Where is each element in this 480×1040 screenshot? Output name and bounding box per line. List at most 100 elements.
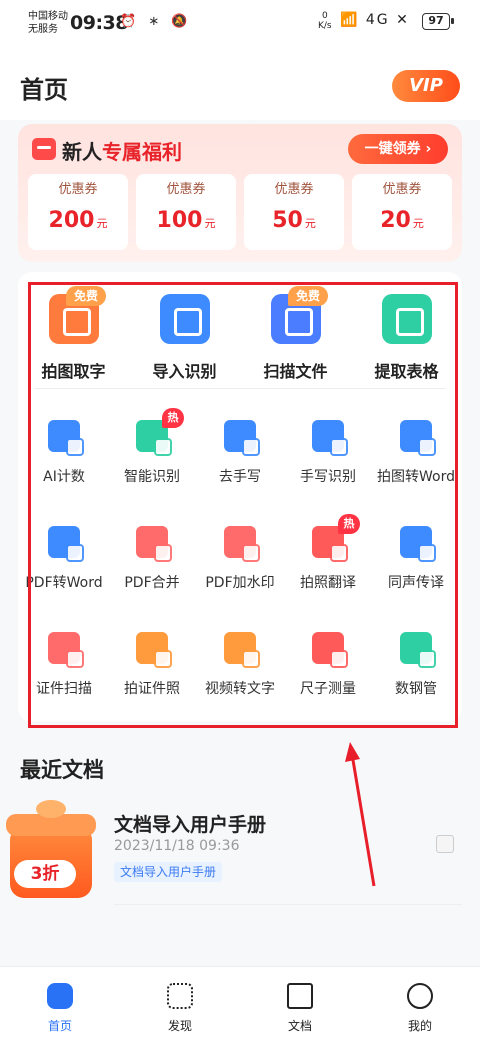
coupon-amount: 100 元 [136, 208, 236, 233]
coupon-label: 优惠券 [274, 182, 314, 197]
tool-item[interactable]: 证件扫描 [20, 632, 108, 698]
tool-item[interactable]: 视频转文字 [196, 632, 284, 698]
tool-item[interactable]: PDF转Word [20, 526, 108, 592]
tool-label: 智能识别 [124, 469, 180, 485]
tool-item[interactable]: 去手写 [196, 420, 284, 486]
tool-label: 扫描文件 [263, 362, 328, 381]
tab-profile[interactable]: 我的 [360, 967, 480, 1040]
arrow-head [345, 742, 360, 762]
status-bar: 中国移动 无服务 09:38 ⏰ ∗ 🔕 0 K/s 📶 4G ✕ 97 [0, 0, 480, 46]
tool-label: 导入识别 [152, 362, 217, 381]
promo-title-a: 新人 [62, 140, 102, 164]
carrier-service: 无服务 [28, 24, 58, 35]
tool-item[interactable]: PDF加水印 [196, 526, 284, 592]
video-text-icon [224, 632, 260, 668]
eraser-icon [224, 420, 260, 456]
doc-date: 2023/11/18 09:36 [114, 838, 240, 854]
doc-tag: 文档导入用户手册 [114, 862, 223, 882]
pipe-count-icon [400, 632, 436, 668]
tool-import-ocr[interactable]: 导入识别 [129, 286, 240, 382]
signal-icons: 📶 4G ✕ [340, 12, 410, 28]
page-header: 首页 VIP [0, 46, 480, 120]
photo-word-icon [400, 420, 436, 456]
gift-thumbnail[interactable]: 3折 [6, 800, 96, 908]
coupon-unit: 元 [96, 217, 108, 230]
tool-label: 提取表格 [374, 362, 439, 381]
free-badge: 免费 [66, 286, 107, 306]
vip-button[interactable]: VIP [392, 70, 460, 102]
table-icon [381, 294, 432, 344]
doc-divider [114, 904, 462, 905]
tab-docs[interactable]: 文档 [240, 967, 360, 1040]
coupon-label: 优惠券 [166, 182, 206, 197]
recent-doc-item[interactable]: 3折 文档导入用户手册 2023/11/18 09:36 文档导入用户手册 [0, 796, 480, 906]
tool-item[interactable]: 数钢管 [372, 632, 460, 698]
hot-badge: 热 [338, 514, 360, 534]
coupon-amount: 200 元 [28, 208, 128, 233]
profile-icon [407, 983, 433, 1009]
tool-label: PDF加水印 [205, 575, 275, 591]
tool-label: 视频转文字 [205, 681, 275, 697]
tab-label: 首页 [47, 1019, 72, 1033]
tool-item[interactable]: 拍图转Word [372, 420, 460, 486]
coupon-amount-value: 100 [156, 208, 203, 233]
tool-label: PDF合并 [124, 575, 180, 591]
tool-label: 拍照翻译 [300, 575, 356, 591]
coupon-unit: 元 [204, 217, 216, 230]
page-title: 首页 [20, 76, 68, 104]
tab-discover[interactable]: 发现 [120, 967, 240, 1040]
coupon-unit: 元 [304, 217, 316, 230]
discover-icon [167, 983, 193, 1009]
net-speed: 0 K/s [318, 11, 332, 31]
tab-label: 文档 [287, 1019, 312, 1033]
coupon-card[interactable]: 优惠券 100 元 [136, 174, 236, 250]
status-icons: ⏰ ∗ 🔕 [120, 14, 192, 29]
pdf-word-icon [48, 526, 84, 562]
coupon-list: 优惠券 200 元 优惠券 100 元 优惠券 50 元 优惠券 20 元 [28, 174, 452, 250]
recent-docs-title: 最近文档 [20, 758, 104, 782]
tool-label: 同声传译 [388, 575, 444, 591]
tool-item[interactable]: 热智能识别 [108, 408, 196, 486]
battery-icon: 97 [422, 13, 454, 30]
coupon-card[interactable]: 优惠券 50 元 [244, 174, 344, 250]
coupon-card[interactable]: 优惠券 20 元 [352, 174, 452, 250]
free-badge: 免费 [288, 286, 329, 306]
coupon-amount: 20 元 [352, 208, 452, 233]
tab-label: 发现 [167, 1019, 192, 1033]
net-speed-value: 0 [321, 11, 328, 21]
coupon-amount-value: 50 [272, 208, 303, 233]
tool-label: 尺子测量 [300, 681, 356, 697]
bottom-tab-bar: 首页 发现 文档 我的 [0, 966, 480, 1040]
folder-icon [287, 983, 313, 1009]
coupon-card[interactable]: 优惠券 200 元 [28, 174, 128, 250]
interpret-icon [400, 526, 436, 562]
discount-badge: 3折 [14, 860, 76, 888]
doc-checkbox[interactable] [436, 835, 454, 853]
tool-label: 拍图转Word [377, 469, 455, 485]
tool-item[interactable]: 热拍照翻译 [284, 514, 372, 592]
promo-title-b: 专属福利 [102, 140, 182, 164]
tool-item[interactable]: AI计数 [20, 420, 108, 486]
watermark-icon [224, 526, 260, 562]
handwrite-icon [312, 420, 348, 456]
coupon-label: 优惠券 [382, 182, 422, 197]
tool-label: 拍证件照 [124, 681, 180, 697]
promo-banner[interactable]: 新人专属福利 一键领券 › 优惠券 200 元 优惠券 100 元 优惠券 50 元 … [18, 124, 462, 262]
tool-item[interactable]: 手写识别 [284, 420, 372, 486]
gift-icon [32, 138, 56, 160]
hot-badge: 热 [162, 408, 184, 428]
import-icon [159, 294, 210, 344]
ruler-icon [312, 632, 348, 668]
tool-item[interactable]: PDF合并 [108, 526, 196, 592]
tool-scan-file[interactable]: 免费 扫描文件 [240, 286, 351, 382]
coupon-label: 优惠券 [58, 182, 98, 197]
tool-item[interactable]: 尺子测量 [284, 632, 372, 698]
id-photo-icon [136, 632, 172, 668]
tool-item[interactable]: 拍证件照 [108, 632, 196, 698]
claim-coupons-button[interactable]: 一键领券 › [348, 134, 448, 164]
tool-label: 数钢管 [395, 681, 437, 697]
tool-photo-text[interactable]: 免费 拍图取字 [18, 286, 129, 382]
tab-home[interactable]: 首页 [0, 967, 120, 1040]
tool-item[interactable]: 同声传译 [372, 526, 460, 592]
tool-extract-table[interactable]: 提取表格 [351, 286, 462, 382]
